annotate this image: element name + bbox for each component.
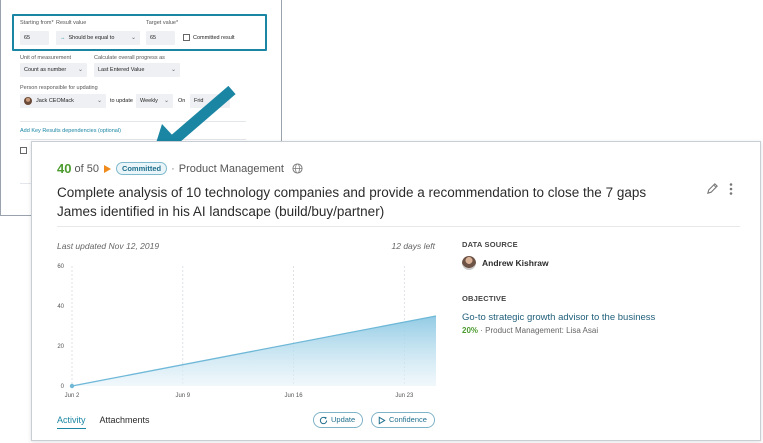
avatar (24, 97, 32, 105)
y-tick-label: 40 (57, 304, 64, 310)
separator: · (171, 162, 175, 175)
data-source-label: DATA SOURCE (462, 240, 518, 249)
result-value-select[interactable]: → Should be equal to ⌄ (56, 31, 140, 45)
card-tabs: Activity Attachments (57, 415, 164, 429)
chart-start-point (69, 383, 75, 389)
unit-label: Unit of measurement (20, 55, 72, 61)
to-update-text: to update (110, 98, 133, 104)
globe-icon (292, 163, 303, 174)
unit-select[interactable]: Count as number ⌄ (20, 63, 87, 77)
chevron-down-icon: ⌄ (170, 67, 176, 73)
status-badge: Committed (115, 162, 168, 175)
x-tick-label: Jun 16 (285, 393, 304, 399)
last-updated: Last updated Nov 12, 2019 (57, 241, 160, 251)
tab-activity[interactable]: Activity (57, 415, 86, 429)
responsible-label: Person responsible for updating (20, 85, 98, 91)
responsible-select[interactable]: Jack CEOMack ⌄ (20, 94, 106, 108)
kebab-menu-icon[interactable] (728, 182, 734, 196)
pencil-icon[interactable] (706, 182, 719, 195)
play-outline-icon (378, 415, 386, 425)
objective-label: OBJECTIVE (462, 294, 507, 303)
days-left: 12 days left (391, 241, 435, 251)
score-total: of 50 (74, 162, 99, 175)
confidence-button[interactable]: Confidence (371, 412, 435, 428)
play-icon (103, 164, 111, 173)
team-name[interactable]: Product Management (179, 163, 284, 175)
data-source-name: Andrew Kishraw (482, 258, 549, 268)
separator: · (480, 326, 483, 335)
objective-link[interactable]: Go-to strategic growth advisor to the bu… (462, 312, 655, 323)
key-result-card: 40 of 50 Committed · Product Management … (31, 141, 761, 441)
progress-select[interactable]: Last Entered Value ⌄ (94, 63, 180, 77)
x-tick-label: Jun 23 (395, 393, 414, 399)
committed-result-label: Committed result (193, 35, 235, 41)
starting-from-label: Starting from* (20, 20, 54, 26)
progress-label: Calculate overall progress as (94, 55, 165, 61)
y-tick-label: 60 (57, 264, 64, 270)
update-button[interactable]: Update (313, 412, 364, 428)
objective-percent: 20% (462, 326, 479, 335)
divider (57, 226, 740, 227)
y-tick-label: 20 (57, 344, 64, 350)
chevron-down-icon: ⌄ (130, 35, 136, 41)
add-dependencies-link[interactable]: Add Key Results dependencies (optional) (20, 128, 121, 134)
key-result-title: Complete analysis of 10 technology compa… (57, 185, 647, 219)
x-tick-label: Jun 9 (175, 393, 190, 399)
x-tick-label: Jun 2 (65, 393, 80, 399)
starting-from-input[interactable]: 65 (20, 31, 49, 45)
score-value: 40 (57, 161, 72, 176)
tab-attachments[interactable]: Attachments (100, 415, 150, 429)
result-value-label: Result value (56, 20, 87, 26)
y-tick-label: 0 (61, 384, 65, 390)
checkbox[interactable] (20, 147, 27, 154)
progress-chart: Jun 2 Jun 9 Jun 16 Jun 23 0 20 40 60 (57, 264, 437, 399)
target-value-input[interactable]: 65 (146, 31, 175, 45)
data-source-person[interactable]: Andrew Kishraw (462, 256, 549, 270)
committed-result-checkbox[interactable] (183, 34, 190, 41)
card-header: 40 of 50 Committed · Product Management (57, 161, 303, 176)
refresh-icon (319, 416, 328, 424)
arrow-right-icon: → (60, 35, 66, 41)
target-value-label: Target value* (146, 20, 179, 26)
objective-owner: Product Management: Lisa Asai (485, 326, 599, 335)
chevron-down-icon: ⌄ (96, 98, 102, 104)
chevron-down-icon: ⌄ (77, 67, 83, 73)
avatar (462, 256, 476, 270)
objective-meta: 20% · Product Management: Lisa Asai (462, 326, 598, 335)
